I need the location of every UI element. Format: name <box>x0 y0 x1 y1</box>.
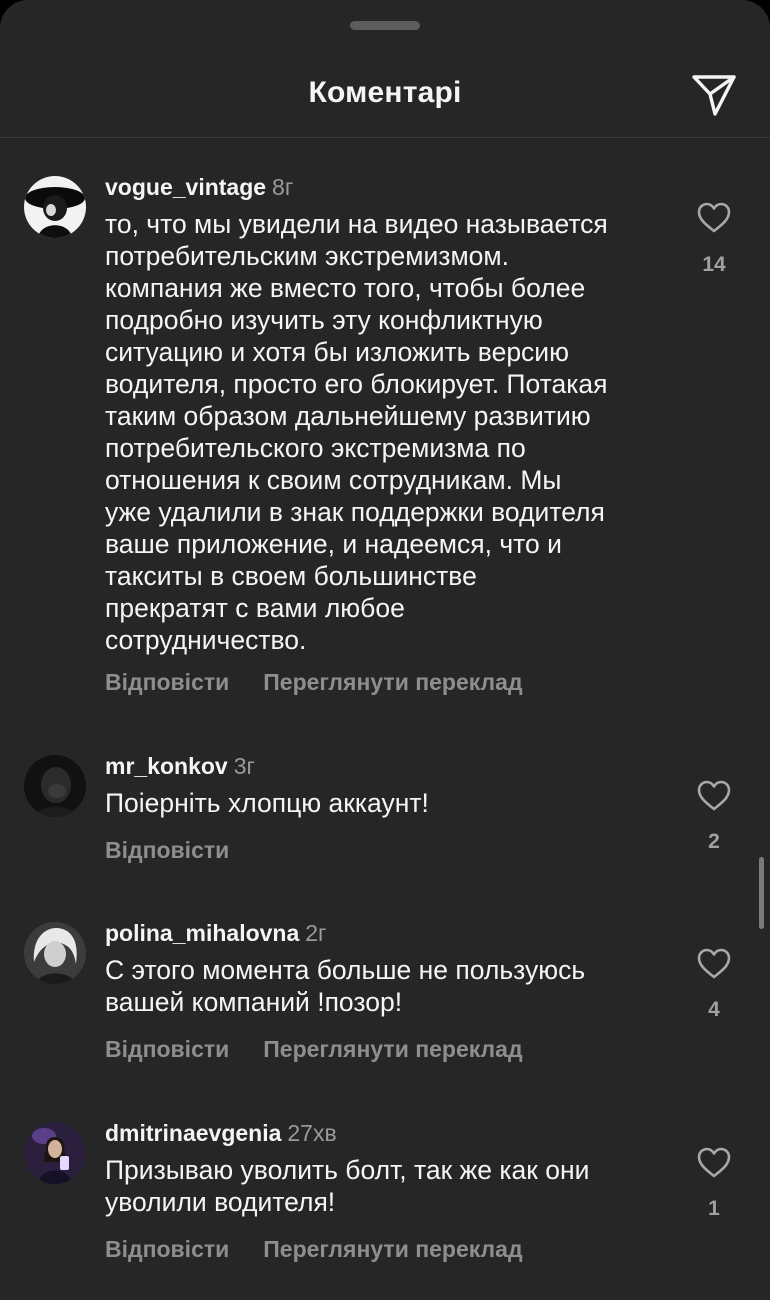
like-count: 2 <box>708 830 720 853</box>
heart-icon <box>697 948 731 979</box>
like-count: 4 <box>708 998 720 1021</box>
comment-text: Поіерніть хлопцю аккаунт! <box>105 788 429 818</box>
avatar[interactable] <box>24 922 86 984</box>
comment-username[interactable]: polina_mihalovna <box>105 920 299 946</box>
comment-username[interactable]: vogue_vintage <box>105 174 266 200</box>
comment-text: то, что мы увидели на видео называется п… <box>105 209 608 655</box>
comment-username[interactable]: mr_konkov <box>105 753 228 779</box>
reply-button[interactable]: Відповісти <box>105 1036 229 1062</box>
comment-username[interactable]: dmitrinaevgenia <box>105 1120 281 1146</box>
like-button[interactable] <box>696 946 732 982</box>
avatar[interactable] <box>24 176 86 238</box>
reply-button[interactable]: Відповісти <box>105 1236 229 1262</box>
comments-sheet: Коментарі vogue_vintage 8г то, что мы уви… <box>0 0 770 1300</box>
paper-plane-icon <box>692 75 736 116</box>
reply-button[interactable]: Відповісти <box>105 837 229 863</box>
reply-button[interactable]: Відповісти <box>105 669 229 695</box>
like-button[interactable] <box>696 1145 732 1181</box>
comment-text: Призываю уволить болт, так же как они ув… <box>105 1155 590 1217</box>
share-button[interactable] <box>690 70 738 118</box>
like-button[interactable] <box>696 200 732 236</box>
like-button[interactable] <box>696 778 732 814</box>
sheet-grabber-handle[interactable] <box>350 21 420 30</box>
comment-time: 8г <box>272 174 294 200</box>
see-translation-button[interactable]: Переглянути переклад <box>263 1236 522 1262</box>
avatar[interactable] <box>24 755 86 817</box>
heart-icon <box>697 1147 731 1178</box>
comment-time: 27хв <box>287 1120 337 1146</box>
like-count: 1 <box>708 1197 720 1220</box>
header-divider <box>0 137 770 138</box>
heart-icon <box>697 780 731 811</box>
page-title: Коментарі <box>308 76 462 109</box>
see-translation-button[interactable]: Переглянути переклад <box>263 669 522 695</box>
comment-time: 2г <box>305 920 327 946</box>
comment-time: 3г <box>233 753 255 779</box>
avatar[interactable] <box>24 1122 86 1184</box>
see-translation-button[interactable]: Переглянути переклад <box>263 1036 522 1062</box>
like-count: 14 <box>702 253 726 276</box>
heart-icon <box>697 202 731 233</box>
comment-text: С этого момента больше не пользуюсь ваше… <box>105 955 586 1017</box>
scrollbar[interactable] <box>759 857 764 929</box>
